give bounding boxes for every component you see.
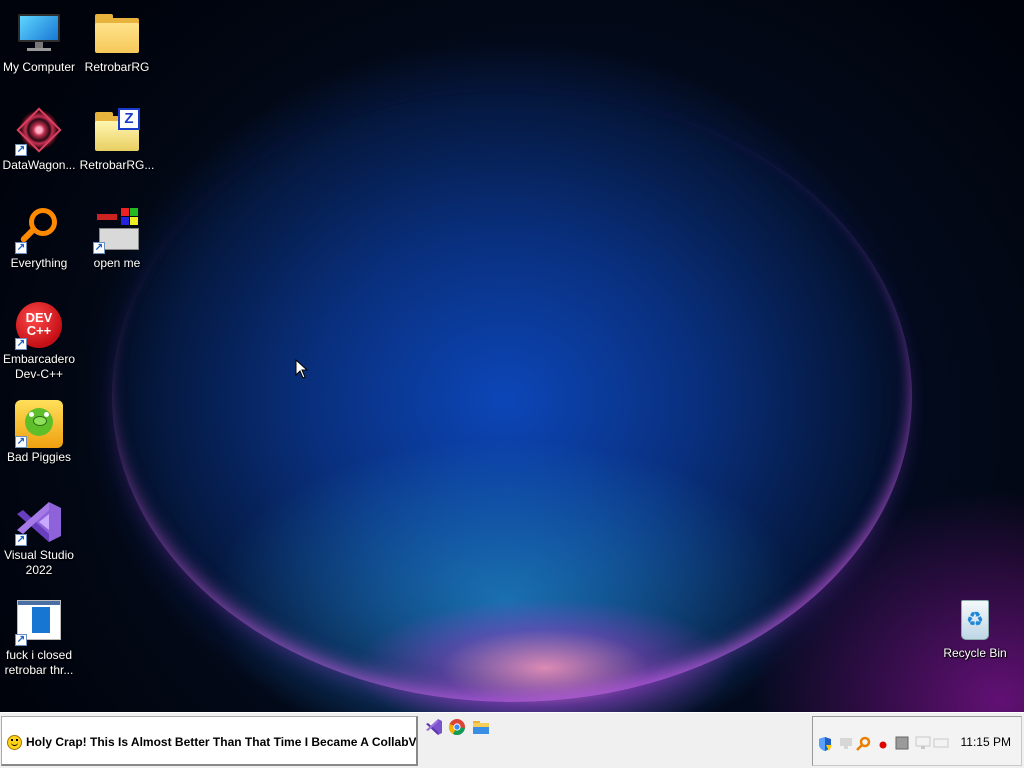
devcpp-icon: DEV C++ ↗ (15, 302, 63, 350)
open-me-icon: ↗ (93, 206, 141, 254)
desktop-icon-recycle-bin[interactable]: ♻ Recycle Bin (936, 596, 1014, 661)
folder-icon (93, 10, 141, 58)
shortcut-arrow-icon: ↗ (15, 634, 27, 646)
datawagon-icon: ↗ (15, 107, 63, 156)
shortcut-arrow-icon: ↗ (93, 242, 105, 254)
desktop-icon-bad-piggies[interactable]: ↗ Bad Piggies (0, 400, 78, 465)
quicklaunch-file-explorer-icon[interactable] (472, 718, 490, 736)
shortcut-arrow-icon: ↗ (15, 144, 27, 156)
recording-dot-icon[interactable] (879, 741, 887, 749)
desktop-icon-label: Recycle Bin (943, 646, 1007, 660)
desktop-icon-label: Everything (10, 256, 68, 270)
network-icon[interactable] (839, 736, 853, 750)
desktop-icon-label: Embarcadero Dev-C++ (2, 352, 76, 381)
taskbar-clock[interactable]: 11:15 PM (961, 717, 1011, 767)
shortcut-arrow-icon: ↗ (15, 436, 27, 448)
shortcut-arrow-icon: ↗ (15, 338, 27, 350)
taskbar: Holy Crap! This Is Almost Better Than Th… (0, 712, 1024, 768)
everything-search-icon[interactable] (855, 736, 871, 752)
shortcut-arrow-icon: ↗ (15, 242, 27, 254)
desktop-icon-open-me[interactable]: ↗ open me (78, 206, 156, 271)
zip-folder-icon: Z (93, 108, 141, 156)
bad-piggies-icon: ↗ (15, 400, 63, 448)
generic-app-icon[interactable] (895, 736, 909, 750)
quicklaunch-chrome-icon[interactable] (448, 718, 466, 736)
desktop-icon-label: DataWagon... (2, 158, 76, 172)
quicklaunch-visual-studio-icon[interactable] (425, 718, 443, 736)
keyboard-icon[interactable] (933, 736, 949, 750)
desktop-icon-my-computer[interactable]: My Computer (0, 10, 78, 75)
desktop-icon-label: Bad Piggies (6, 450, 72, 464)
desktop-icon-label: open me (93, 256, 141, 270)
desktop-icon-visual-studio[interactable]: ↗ Visual Studio 2022 (0, 498, 78, 578)
mouse-cursor-icon (295, 359, 309, 379)
desktop-icon-everything[interactable]: ↗ Everything (0, 206, 78, 271)
desktop-icon-datawagon[interactable]: ↗ DataWagon... (0, 107, 78, 173)
desktop-icon-retrobarrg-folder[interactable]: RetrobarRG (78, 10, 156, 75)
start-button-label: Holy Crap! This Is Almost Better Than Th… (26, 735, 418, 749)
start-button[interactable]: Holy Crap! This Is Almost Better Than Th… (1, 716, 418, 766)
desktop-icon-text-document[interactable]: ↗ fuck i closed retrobar thr... (0, 598, 78, 678)
recycle-bin-icon: ♻ (951, 596, 999, 644)
desktop-icon-retrobarrg-zip[interactable]: Z RetrobarRG... (78, 108, 156, 173)
desktop-background: My Computer RetrobarRG ↗ DataWagon... Z … (0, 0, 1024, 712)
desktop-icon-label: fuck i closed retrobar thr... (4, 648, 74, 677)
desktop-icon-label: RetrobarRG (84, 60, 150, 74)
shortcut-arrow-icon: ↗ (15, 534, 27, 546)
monitor-icon[interactable] (915, 736, 931, 750)
desktop-icon-label: My Computer (2, 60, 76, 74)
desktop-icon-label: Visual Studio 2022 (4, 548, 74, 577)
text-document-icon: ↗ (15, 598, 63, 646)
everything-search-icon: ↗ (15, 206, 63, 254)
wallpaper-bloom (112, 90, 912, 702)
system-tray: 11:15 PM (812, 716, 1022, 766)
desktop-icon-label: RetrobarRG... (79, 158, 155, 172)
smiley-icon (7, 735, 22, 750)
visual-studio-icon: ↗ (15, 498, 63, 546)
security-shield-icon[interactable] (817, 736, 833, 752)
computer-icon (15, 10, 63, 58)
desktop-icon-devcpp[interactable]: DEV C++ ↗ Embarcadero Dev-C++ (0, 302, 78, 382)
